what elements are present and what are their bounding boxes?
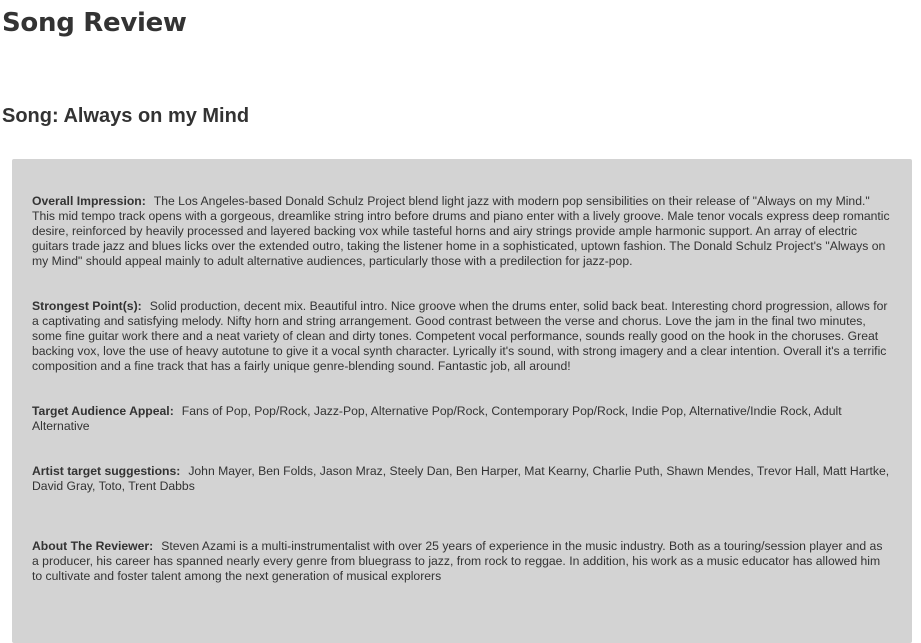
strongest-points-text: Solid production, decent mix. Beautiful … [32, 299, 888, 373]
artist-suggestions-label: Artist target suggestions: [32, 464, 181, 478]
page-title: Song Review [2, 8, 187, 38]
target-audience-section: Target Audience Appeal: Fans of Pop, Pop/… [32, 404, 890, 434]
review-panel: Overall Impression: The Los Angeles-based… [12, 159, 912, 643]
overall-impression-text: The Los Angeles-based Donald Schulz Proj… [32, 194, 890, 268]
target-audience-label: Target Audience Appeal: [32, 404, 174, 418]
strongest-points-label: Strongest Point(s): [32, 299, 142, 313]
about-reviewer-section: About The Reviewer: Steven Azami is a mul… [32, 539, 890, 584]
song-review-page: Song Review Song: Always on my Mind Over… [0, 0, 921, 643]
overall-impression-section: Overall Impression: The Los Angeles-based… [32, 194, 890, 269]
about-reviewer-label: About The Reviewer: [32, 539, 154, 553]
song-title: Song: Always on my Mind [2, 105, 250, 127]
about-reviewer-text: Steven Azami is a multi-instrumentalist … [32, 539, 883, 583]
overall-impression-label: Overall Impression: [32, 194, 146, 208]
artist-suggestions-section: Artist target suggestions: John Mayer, Be… [32, 464, 890, 494]
strongest-points-section: Strongest Point(s): Solid production, dec… [32, 299, 890, 374]
